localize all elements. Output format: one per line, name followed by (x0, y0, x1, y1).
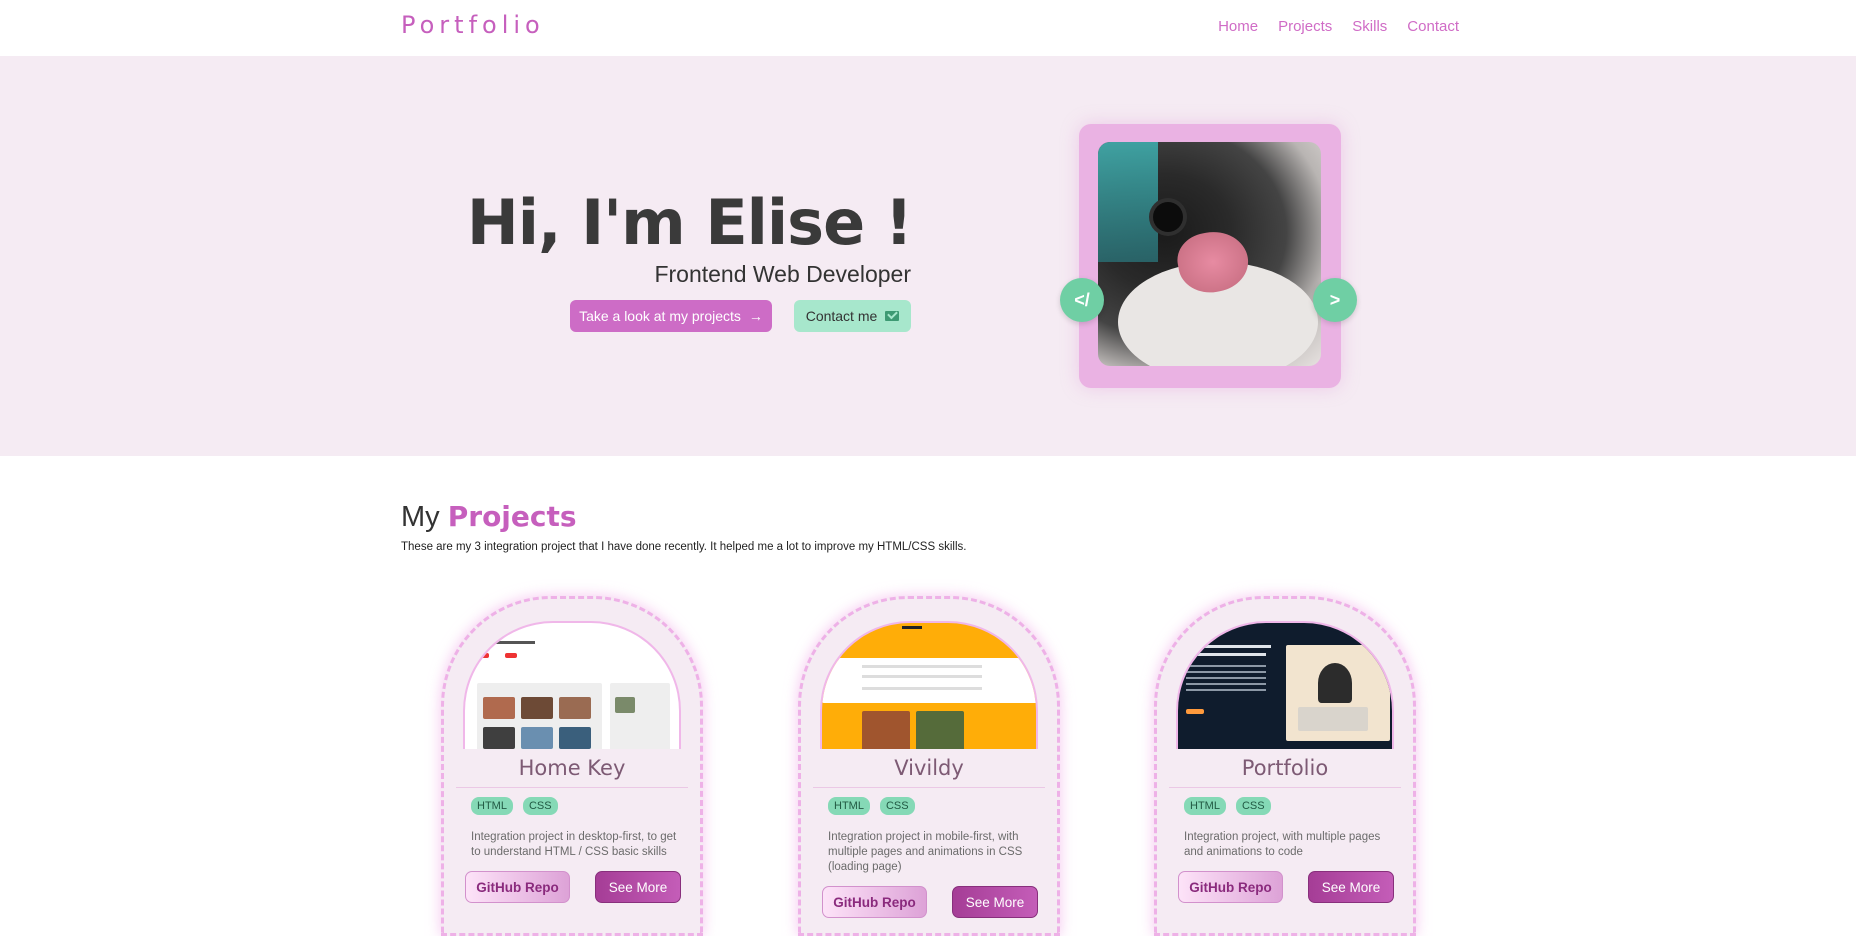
tag-css: CSS (522, 797, 558, 815)
photo-cat-eye (1153, 202, 1183, 232)
site-logo[interactable]: Portfolio (401, 11, 545, 39)
arrow-right-icon: → (748, 308, 763, 324)
code-icon: </ (1060, 278, 1104, 322)
projects-button-label: Take a look at my projects (579, 308, 741, 324)
projects-title-accent: Projects (447, 500, 577, 533)
projects-button[interactable]: Take a look at my projects → (570, 300, 772, 332)
tag-html: HTML (471, 797, 513, 815)
tag-css: CSS (879, 797, 915, 815)
tag-list: HTML CSS (828, 797, 915, 815)
project-card-portfolio: Portfolio HTML CSS Integration project, … (1154, 596, 1416, 936)
hero-section: Hi, I'm Elise ! Frontend Web Developer T… (0, 56, 1856, 456)
envelope-icon (885, 311, 900, 321)
top-nav: Portfolio Home Projects Skills Contact (0, 0, 1856, 56)
card-divider (1169, 787, 1401, 788)
project-title: Home Key (518, 756, 626, 780)
hero-title: Hi, I'm Elise ! (466, 186, 913, 259)
nav-links: Home Projects Skills Contact (1218, 18, 1459, 35)
contact-button-label: Contact me (805, 308, 878, 324)
project-thumbnail[interactable] (820, 621, 1038, 749)
nav-link-skills[interactable]: Skills (1352, 18, 1387, 35)
projects-section-title: My Projects (401, 500, 577, 534)
project-card-home-key: Home Key HTML CSS Integration project in… (441, 596, 703, 936)
project-description: Integration project in mobile-first, wit… (828, 831, 1023, 873)
projects-title-prefix: My (401, 501, 440, 533)
project-description: Integration project in desktop-first, to… (471, 831, 677, 858)
card-divider (456, 787, 688, 788)
see-more-button[interactable]: See More (1308, 871, 1394, 903)
profile-photo (1098, 142, 1321, 366)
tag-list: HTML CSS (1184, 797, 1271, 815)
card-divider (813, 787, 1045, 788)
project-title: Portfolio (1241, 756, 1329, 780)
project-thumbnail[interactable] (1176, 621, 1394, 749)
photo-background (1098, 142, 1158, 262)
tag-list: HTML CSS (471, 797, 558, 815)
project-title: Vivildy (894, 756, 964, 780)
see-more-button[interactable]: See More (952, 886, 1038, 918)
project-thumbnail[interactable] (463, 621, 681, 749)
hero-subtitle: Frontend Web Developer (654, 261, 911, 287)
contact-button[interactable]: Contact me (794, 300, 911, 332)
nav-link-contact[interactable]: Contact (1407, 18, 1459, 35)
github-repo-button[interactable]: GitHub Repo (465, 871, 570, 903)
nav-link-projects[interactable]: Projects (1278, 18, 1332, 35)
project-description: Integration project, with multiple pages… (1184, 831, 1381, 858)
nav-link-home[interactable]: Home (1218, 18, 1258, 35)
next-arrow-button[interactable]: > (1313, 278, 1357, 322)
tag-html: HTML (828, 797, 870, 815)
tag-css: CSS (1235, 797, 1271, 815)
profile-photo-frame (1079, 124, 1341, 388)
github-repo-button[interactable]: GitHub Repo (1178, 871, 1283, 903)
project-card-vivildy: Vivildy HTML CSS Integration project in … (798, 596, 1060, 936)
tag-html: HTML (1184, 797, 1226, 815)
projects-description: These are my 3 integration project that … (401, 541, 967, 553)
github-repo-button[interactable]: GitHub Repo (822, 886, 927, 918)
see-more-button[interactable]: See More (595, 871, 681, 903)
